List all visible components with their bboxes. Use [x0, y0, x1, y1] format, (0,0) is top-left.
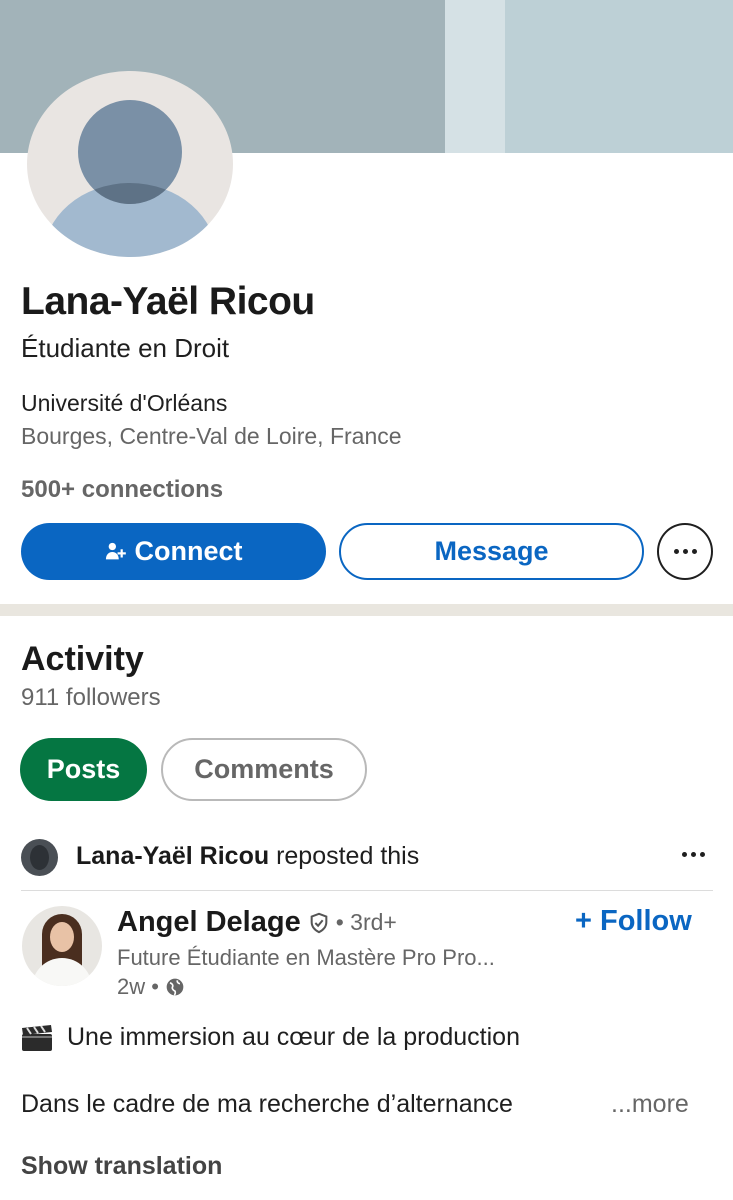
profile-school[interactable]: Université d'Orléans	[21, 390, 227, 417]
connect-button[interactable]: Connect	[21, 523, 326, 580]
profile-location: Bourges, Centre-Val de Loire, France	[21, 423, 402, 449]
verified-shield-icon	[310, 912, 328, 933]
author-line: Angel Delage • 3rd+	[117, 906, 397, 939]
banner-right-panel	[505, 0, 733, 153]
profile-avatar[interactable]	[27, 71, 233, 257]
message-button[interactable]: Message	[339, 523, 644, 580]
tab-posts[interactable]: Posts	[20, 738, 147, 801]
avatar-overlap-shape	[78, 100, 182, 204]
clapperboard-icon	[22, 1024, 52, 1051]
author-avatar[interactable]	[22, 906, 102, 986]
activity-title: Activity	[21, 640, 144, 678]
show-translation-link[interactable]: Show translation	[21, 1152, 222, 1181]
post-more-icon[interactable]	[682, 852, 705, 857]
follow-button[interactable]: + Follow	[575, 905, 692, 938]
message-label: Message	[434, 536, 549, 566]
repost-header: Lana-Yaël Ricou reposted this	[21, 838, 713, 878]
avatar-face-shape	[50, 922, 74, 952]
repost-text: Lana-Yaël Ricou reposted this	[76, 842, 419, 871]
post-time: 2w •	[117, 974, 185, 1000]
post-text-line2: Dans le cadre de ma recherche d’alternan…	[21, 1090, 513, 1118]
see-more-link[interactable]: ...more	[611, 1090, 689, 1119]
author-subtitle: Future Étudiante en Mastère Pro Pro...	[117, 945, 495, 970]
post-divider	[21, 890, 713, 891]
tab-comments[interactable]: Comments	[161, 738, 367, 801]
reposter-avatar[interactable]	[21, 839, 58, 876]
profile-headline: Étudiante en Droit	[21, 333, 230, 363]
post-line1-text: Une immersion au cœur de la production	[67, 1023, 520, 1051]
add-person-icon	[105, 542, 126, 559]
banner-stripe	[445, 0, 505, 153]
followers-count: 911 followers	[21, 684, 161, 711]
globe-icon	[166, 978, 184, 996]
post-text-line1: Une immersion au cœur de la production	[21, 1023, 520, 1052]
connections-count[interactable]: 500+ connections	[21, 476, 223, 504]
avatar-shirt-shape	[32, 958, 92, 986]
connection-degree: • 3rd+	[335, 909, 397, 935]
more-icon	[673, 549, 697, 554]
section-divider	[0, 604, 733, 616]
repost-label: reposted this	[276, 842, 420, 870]
author-name[interactable]: Angel Delage	[117, 906, 301, 939]
reposter-name[interactable]: Lana-Yaël Ricou	[76, 842, 269, 870]
post-age: 2w •	[117, 974, 159, 999]
profile-name: Lana-Yaël Ricou	[21, 280, 315, 323]
connect-label: Connect	[134, 536, 243, 566]
more-actions-button[interactable]	[657, 523, 713, 580]
